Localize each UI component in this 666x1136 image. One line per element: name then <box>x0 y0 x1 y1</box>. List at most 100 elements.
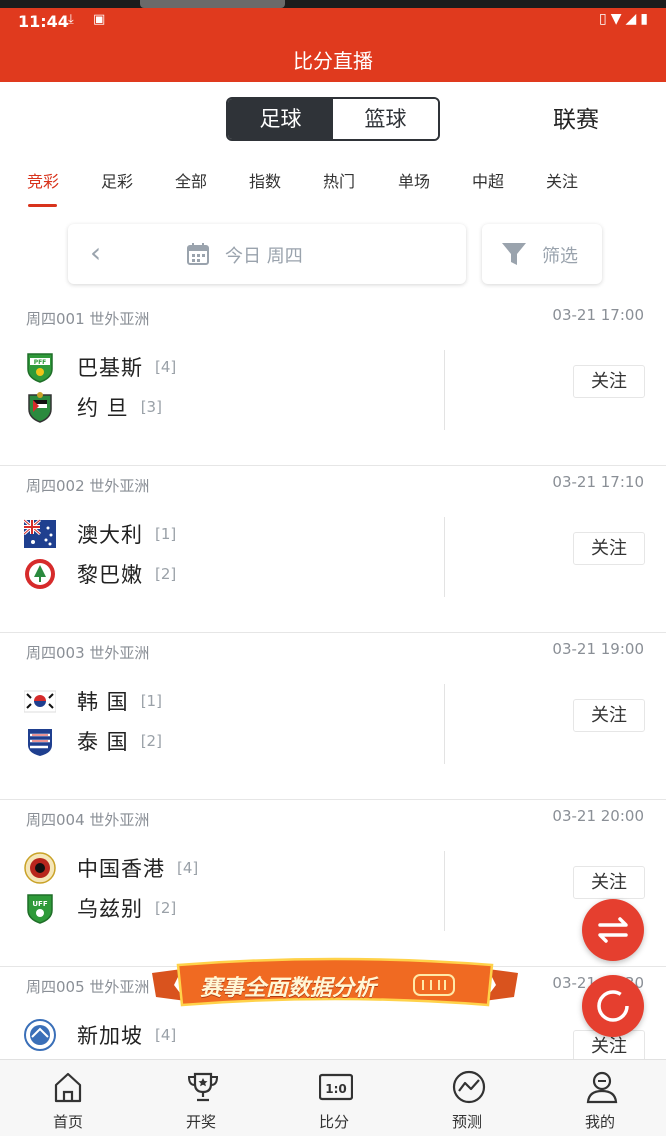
singapore-crest-icon <box>24 1019 56 1051</box>
match-time: 03-21 19:00 <box>552 640 644 658</box>
follow-button[interactable]: 关注 <box>573 532 645 565</box>
nav-home[interactable]: 首页 <box>23 1060 113 1136</box>
filter-button[interactable]: 筛选 <box>482 224 602 284</box>
match-meta: 周四001 世外亚洲 <box>26 308 149 329</box>
trend-icon <box>452 1070 486 1104</box>
home-team: 新加坡 [4] <box>24 1018 176 1052</box>
nav-me-label: 我的 <box>584 1113 615 1131</box>
team-rank: [1] <box>140 692 162 710</box>
switch-view-button[interactable] <box>582 899 644 961</box>
date-selector[interactable]: ‹ 今日 周四 <box>68 224 466 284</box>
nav-lottery-label: 开奖 <box>185 1113 216 1131</box>
match-row[interactable]: 周四003 世外亚洲 03-21 19:00 韩 国 [1] 泰 国 [2] 关… <box>0 634 666 800</box>
tab-followed[interactable]: 关注 <box>546 168 578 192</box>
wifi-icon: ▼ <box>610 11 626 27</box>
nav-prediction[interactable]: 预测 <box>422 1060 512 1136</box>
app-notification-icon: ▣ <box>93 12 106 27</box>
nav-prediction-label: 预测 <box>451 1113 482 1131</box>
vibrate-icon: ▯ <box>599 11 611 27</box>
team-name: 澳大利 <box>77 523 143 547</box>
match-meta: 周四004 世外亚洲 <box>26 809 149 830</box>
follow-button[interactable]: 关注 <box>573 365 645 398</box>
match-league: 世外亚洲 <box>89 644 150 662</box>
team-rank: [4] <box>155 358 177 376</box>
away-team: 约 旦 [3] <box>24 390 162 424</box>
tab-all[interactable]: 全部 <box>175 168 207 192</box>
hongkong-crest-icon <box>24 852 56 884</box>
tab-jingcai[interactable]: 竞彩 <box>27 168 59 192</box>
app-title-bar: 比分直播 <box>0 44 666 82</box>
team-name: 韩 国 <box>77 690 129 714</box>
match-meta: 周四003 世外亚洲 <box>26 642 149 663</box>
battery-icon: ▮ <box>640 11 652 27</box>
nav-lottery[interactable]: 开奖 <box>156 1060 246 1136</box>
filter-label: 筛选 <box>542 246 578 267</box>
australia-flag-icon <box>24 518 56 548</box>
svg-text:1:0: 1:0 <box>325 1082 347 1096</box>
match-row[interactable]: 周四004 世外亚洲 03-21 20:00 中国香港 [4] UFF 乌兹别 … <box>0 801 666 967</box>
team-rank: [3] <box>140 398 162 416</box>
match-meta: 周四005 世外亚洲 <box>26 976 149 997</box>
team-rank: [2] <box>155 565 177 583</box>
away-team: 黎巴嫩 [2] <box>24 557 176 591</box>
divider <box>444 517 445 597</box>
jordan-crest-icon <box>28 392 52 423</box>
filter-icon <box>502 243 526 265</box>
nav-score-label: 比分 <box>318 1113 349 1131</box>
status-bar: 11:44 ⤓ ▣ ▯▼◢▮ <box>0 0 666 44</box>
tab-zucai[interactable]: 足彩 <box>101 168 133 192</box>
tab-index[interactable]: 指数 <box>249 168 281 192</box>
team-name: 泰 国 <box>77 730 129 754</box>
match-row[interactable]: 周四001 世外亚洲 03-21 17:00 PFF 巴基斯 [4] 约 旦 [… <box>0 300 666 466</box>
svg-text:PFF: PFF <box>34 359 47 366</box>
match-code: 周四003 <box>26 644 85 662</box>
chevron-left-icon[interactable]: ‹ <box>90 236 101 269</box>
date-label: 今日 周四 <box>225 246 303 267</box>
sport-basketball-tab[interactable]: 篮球 <box>333 99 438 139</box>
match-code: 周四001 <box>26 310 85 328</box>
team-name: 约 旦 <box>77 396 129 420</box>
trophy-icon <box>187 1072 219 1102</box>
signal-icon: ◢ <box>625 11 641 27</box>
page-title: 比分直播 <box>293 49 373 73</box>
match-row[interactable]: 周四002 世外亚洲 03-21 17:10 澳大利 [1] 黎巴嫩 [2] 关… <box>0 467 666 633</box>
team-rank: [4] <box>155 1026 177 1044</box>
tab-single[interactable]: 单场 <box>398 168 430 192</box>
calendar-icon <box>187 243 209 265</box>
lebanon-crest-icon <box>25 559 55 589</box>
promo-text: 赛事全面数据分析 <box>200 976 377 1001</box>
match-time: 03-21 17:00 <box>552 306 644 324</box>
nav-me[interactable]: 我的 <box>555 1060 645 1136</box>
korea-flag-icon <box>24 690 56 713</box>
tab-hot[interactable]: 热门 <box>323 168 355 192</box>
promo-banner[interactable]: 赛事全面数据分析 <box>152 955 518 1015</box>
divider <box>444 684 445 764</box>
divider <box>444 851 445 931</box>
match-code: 周四004 <box>26 811 85 829</box>
refresh-button[interactable] <box>582 975 644 1037</box>
sport-switch: 足球 篮球 <box>226 97 440 141</box>
scoreboard-icon: 1:0 <box>319 1073 353 1101</box>
match-time: 03-21 17:10 <box>552 473 644 491</box>
match-league: 世外亚洲 <box>89 811 150 829</box>
nav-score[interactable]: 1:0 比分 <box>289 1060 379 1136</box>
tab-csl[interactable]: 中超 <box>472 168 504 192</box>
follow-button[interactable]: 关注 <box>573 699 645 732</box>
nav-home-label: 首页 <box>52 1113 83 1131</box>
match-time: 03-21 20:00 <box>552 807 644 825</box>
window-notch <box>140 0 285 8</box>
team-rank: [4] <box>177 859 199 877</box>
follow-button[interactable]: 关注 <box>573 866 645 899</box>
team-name: 黎巴嫩 <box>77 563 143 587</box>
status-time: 11:44 <box>18 12 69 31</box>
category-tabs: 竞彩 足彩 全部 指数 热门 单场 中超 关注 <box>0 160 666 208</box>
user-icon <box>586 1071 618 1104</box>
window-top-strip <box>0 0 666 8</box>
league-button[interactable]: 联赛 <box>553 100 599 134</box>
sport-football-tab[interactable]: 足球 <box>228 99 333 139</box>
team-name: 中国香港 <box>77 857 165 881</box>
pakistan-crest-icon: PFF <box>27 353 53 383</box>
match-league: 世外亚洲 <box>89 978 150 996</box>
match-code: 周四005 <box>26 978 85 996</box>
team-rank: [2] <box>155 899 177 917</box>
